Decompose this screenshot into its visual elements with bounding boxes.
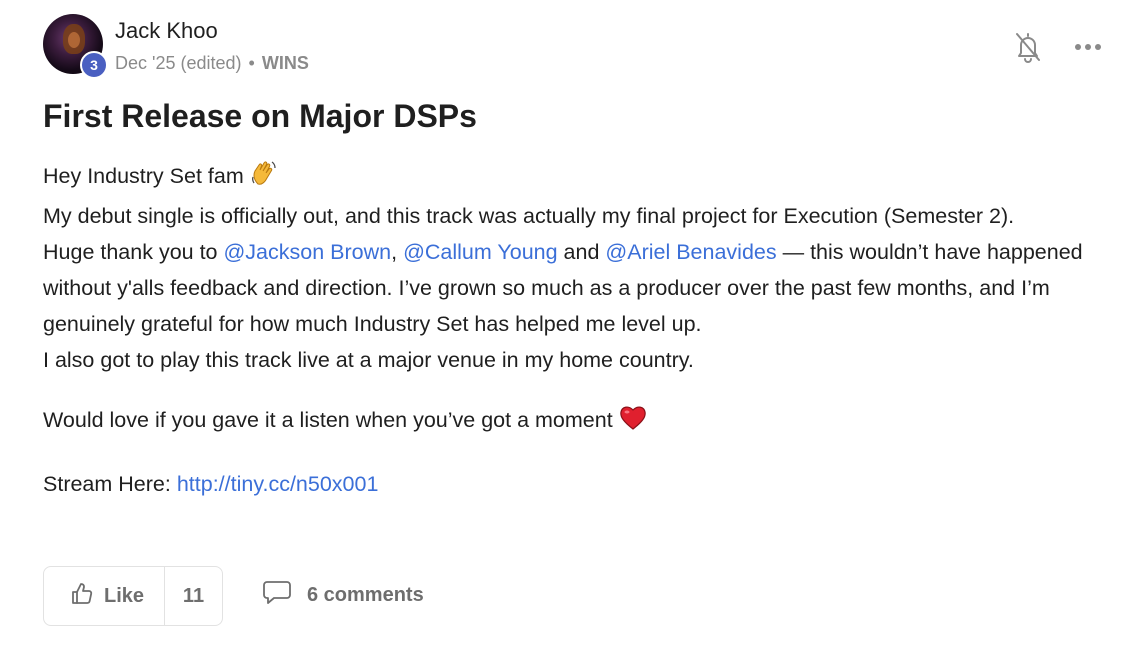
mention-link[interactable]: @Jackson Brown bbox=[223, 240, 391, 264]
waving-hand-icon bbox=[250, 159, 278, 198]
post-body: Hey Industry Set fam My debut single is … bbox=[43, 158, 1113, 502]
body-line: Hey Industry Set fam bbox=[43, 158, 1113, 198]
comments-label: 6 comments bbox=[307, 584, 424, 606]
post-meta: Dec '25 (edited) • WINS bbox=[115, 53, 309, 74]
thanks-text: , bbox=[391, 240, 404, 264]
body-line: Would love if you gave it a listen when … bbox=[43, 402, 1113, 442]
like-control: Like 11 bbox=[43, 566, 223, 626]
like-label: Like bbox=[104, 584, 145, 607]
level-badge: 3 bbox=[80, 51, 108, 79]
comment-bubble-icon bbox=[262, 580, 292, 611]
post-category[interactable]: WINS bbox=[262, 53, 309, 73]
thanks-text: Huge thank you to bbox=[43, 240, 224, 264]
comments-button[interactable]: 6 comments bbox=[262, 580, 424, 611]
thumbs-up-icon bbox=[70, 582, 94, 611]
post-title[interactable]: First Release on Major DSPs bbox=[43, 98, 477, 135]
body-line: My debut single is officially out, and t… bbox=[43, 204, 1015, 228]
listen-text: Would love if you gave it a listen when … bbox=[43, 408, 619, 432]
author-name[interactable]: Jack Khoo bbox=[115, 18, 218, 44]
mention-link[interactable]: @Ariel Benavides bbox=[605, 240, 776, 264]
greeting-text: Hey Industry Set fam bbox=[43, 164, 250, 188]
avatar-face bbox=[68, 32, 80, 48]
more-options-icon[interactable] bbox=[1072, 36, 1104, 58]
body-line: Stream Here: http://tiny.cc/n50x001 bbox=[43, 466, 1113, 502]
body-line: I also got to play this track live at a … bbox=[43, 348, 694, 372]
bell-off-icon[interactable] bbox=[1014, 31, 1042, 63]
like-button[interactable]: Like bbox=[44, 567, 165, 625]
post-date[interactable]: Dec '25 (edited) bbox=[115, 53, 242, 73]
body-line: Huge thank you to @Jackson Brown, @Callu… bbox=[43, 234, 1113, 342]
stream-label: Stream Here: bbox=[43, 472, 177, 496]
mention-link[interactable]: @Callum Young bbox=[403, 240, 558, 264]
stream-link[interactable]: http://tiny.cc/n50x001 bbox=[177, 472, 379, 496]
meta-separator: • bbox=[248, 53, 255, 73]
thanks-text: and bbox=[557, 240, 606, 264]
red-heart-icon bbox=[619, 405, 647, 442]
like-count[interactable]: 11 bbox=[165, 567, 222, 625]
